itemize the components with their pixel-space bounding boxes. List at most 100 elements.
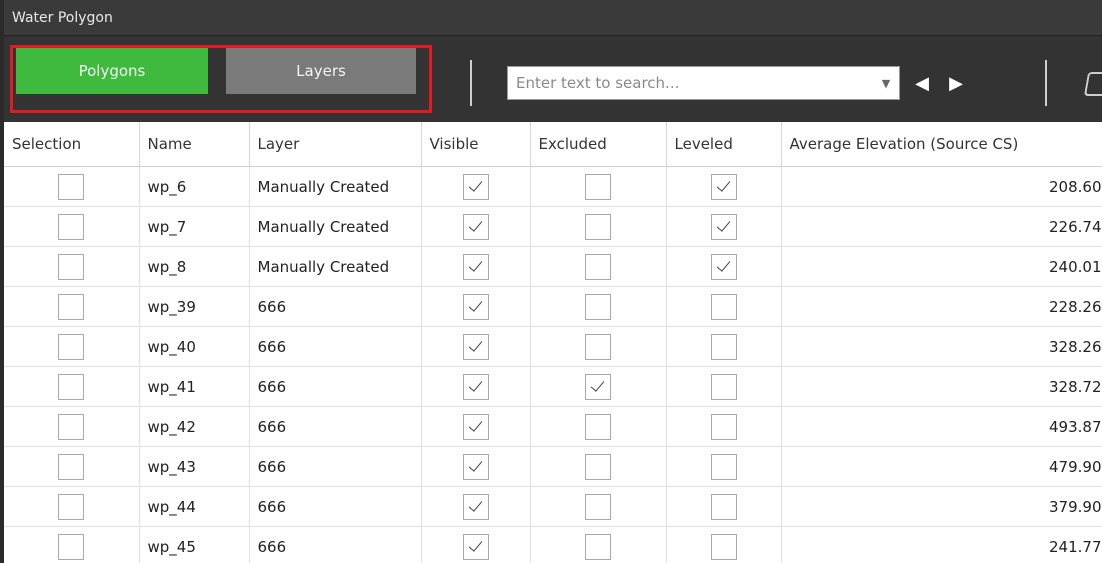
table-row[interactable]: wp_42 666 493.87 bbox=[4, 406, 1102, 447]
average-elevation-cell: 241.77 bbox=[781, 526, 1102, 563]
average-elevation-cell: 379.90 bbox=[781, 486, 1102, 527]
selection-checkbox[interactable] bbox=[58, 373, 85, 400]
visible-cell bbox=[421, 446, 531, 487]
excluded-checkbox[interactable] bbox=[585, 213, 611, 240]
selection-cell bbox=[4, 326, 140, 367]
search-input[interactable] bbox=[508, 66, 873, 100]
layer-cell: Manually Created bbox=[249, 206, 422, 247]
arrow-right-icon[interactable]: ▶ bbox=[945, 70, 967, 96]
table-header-row: Selection Name Layer Visible Excluded Le… bbox=[4, 122, 1102, 167]
column-header-selection[interactable]: Selection bbox=[4, 122, 140, 167]
excluded-cell bbox=[530, 366, 667, 407]
leveled-checkbox[interactable] bbox=[710, 333, 737, 360]
table-row[interactable]: wp_6 Manually Created 208.60 bbox=[4, 166, 1102, 207]
selection-cell bbox=[4, 366, 140, 407]
column-header-leveled[interactable]: Leveled bbox=[666, 122, 782, 167]
leveled-cell bbox=[666, 406, 782, 447]
table-row[interactable]: wp_39 666 228.26 bbox=[4, 286, 1102, 327]
excluded-checkbox[interactable] bbox=[585, 413, 611, 440]
excluded-checkbox[interactable] bbox=[585, 373, 611, 400]
tab-polygons[interactable]: Polygons bbox=[16, 48, 208, 94]
chevron-down-icon[interactable]: ▼ bbox=[873, 67, 899, 99]
column-header-average-elevation[interactable]: Average Elevation (Source CS) bbox=[781, 122, 1102, 167]
table-row[interactable]: wp_45 666 241.77 bbox=[4, 526, 1102, 563]
selection-checkbox[interactable] bbox=[58, 213, 85, 240]
excluded-checkbox[interactable] bbox=[585, 293, 611, 320]
visible-checkbox[interactable] bbox=[462, 253, 489, 280]
layer-cell: 666 bbox=[249, 366, 422, 407]
excluded-checkbox[interactable] bbox=[585, 493, 611, 520]
selection-cell bbox=[4, 206, 140, 247]
excluded-cell bbox=[530, 206, 667, 247]
visible-checkbox[interactable] bbox=[462, 453, 489, 480]
visible-checkbox[interactable] bbox=[462, 333, 489, 360]
table-row[interactable]: wp_41 666 328.72 bbox=[4, 366, 1102, 407]
selection-checkbox[interactable] bbox=[58, 333, 85, 360]
column-header-name[interactable]: Name bbox=[139, 122, 250, 167]
selection-cell bbox=[4, 526, 140, 563]
leveled-checkbox[interactable] bbox=[710, 293, 737, 320]
leveled-cell bbox=[666, 166, 782, 207]
average-elevation-cell: 328.26 bbox=[781, 326, 1102, 367]
leveled-checkbox[interactable] bbox=[710, 453, 737, 480]
average-elevation-cell: 493.87 bbox=[781, 406, 1102, 447]
leveled-cell bbox=[666, 526, 782, 563]
excluded-checkbox[interactable] bbox=[585, 173, 611, 200]
excluded-checkbox[interactable] bbox=[585, 253, 611, 280]
selection-checkbox[interactable] bbox=[58, 253, 85, 280]
excluded-cell bbox=[530, 326, 667, 367]
window-titlebar: Water Polygon bbox=[4, 0, 1102, 36]
leveled-cell bbox=[666, 326, 782, 367]
visible-checkbox[interactable] bbox=[462, 173, 489, 200]
visible-cell bbox=[421, 246, 531, 287]
leveled-checkbox[interactable] bbox=[710, 173, 737, 200]
leveled-checkbox[interactable] bbox=[710, 493, 737, 520]
visible-cell bbox=[421, 486, 531, 527]
layer-cell: 666 bbox=[249, 526, 422, 563]
selection-checkbox[interactable] bbox=[58, 173, 85, 200]
name-cell: wp_6 bbox=[139, 166, 250, 207]
visible-checkbox[interactable] bbox=[462, 373, 489, 400]
excluded-cell bbox=[530, 406, 667, 447]
selection-checkbox[interactable] bbox=[58, 293, 85, 320]
leveled-checkbox[interactable] bbox=[710, 533, 737, 560]
selection-checkbox[interactable] bbox=[58, 493, 85, 520]
selection-checkbox[interactable] bbox=[58, 453, 85, 480]
selection-checkbox[interactable] bbox=[58, 413, 85, 440]
average-elevation-cell: 479.90 bbox=[781, 446, 1102, 487]
tab-layers[interactable]: Layers bbox=[226, 48, 416, 94]
arrow-left-icon[interactable]: ◀ bbox=[911, 70, 933, 96]
excluded-checkbox[interactable] bbox=[585, 333, 611, 360]
column-header-layer[interactable]: Layer bbox=[249, 122, 422, 167]
excluded-cell bbox=[530, 286, 667, 327]
leveled-checkbox[interactable] bbox=[710, 413, 737, 440]
column-header-visible[interactable]: Visible bbox=[421, 122, 531, 167]
selection-cell bbox=[4, 246, 140, 287]
excluded-checkbox[interactable] bbox=[585, 533, 611, 560]
visible-checkbox[interactable] bbox=[462, 213, 489, 240]
visible-checkbox[interactable] bbox=[462, 533, 489, 560]
search-combobox[interactable]: ▼ bbox=[507, 66, 900, 100]
layer-cell: 666 bbox=[249, 406, 422, 447]
leveled-checkbox[interactable] bbox=[710, 213, 737, 240]
table-row[interactable]: wp_8 Manually Created 240.01 bbox=[4, 246, 1102, 287]
table-row[interactable]: wp_7 Manually Created 226.74 bbox=[4, 206, 1102, 247]
average-elevation-cell: 228.26 bbox=[781, 286, 1102, 327]
table-row[interactable]: wp_43 666 479.90 bbox=[4, 446, 1102, 487]
average-elevation-cell: 208.60 bbox=[781, 166, 1102, 207]
excluded-checkbox[interactable] bbox=[585, 453, 611, 480]
visible-checkbox[interactable] bbox=[462, 413, 489, 440]
visible-checkbox[interactable] bbox=[462, 493, 489, 520]
selection-checkbox[interactable] bbox=[58, 533, 85, 560]
window-title: Water Polygon bbox=[12, 9, 113, 26]
column-header-excluded[interactable]: Excluded bbox=[530, 122, 667, 167]
filter-icon[interactable] bbox=[1083, 72, 1102, 96]
layer-cell: 666 bbox=[249, 486, 422, 527]
leveled-checkbox[interactable] bbox=[710, 253, 737, 280]
visible-checkbox[interactable] bbox=[462, 293, 489, 320]
leveled-checkbox[interactable] bbox=[710, 373, 737, 400]
water-polygon-window: Water Polygon Polygons Layers ▼ ◀ ▶ bbox=[4, 0, 1102, 563]
table-row[interactable]: wp_44 666 379.90 bbox=[4, 486, 1102, 527]
selection-cell bbox=[4, 446, 140, 487]
table-row[interactable]: wp_40 666 328.26 bbox=[4, 326, 1102, 367]
